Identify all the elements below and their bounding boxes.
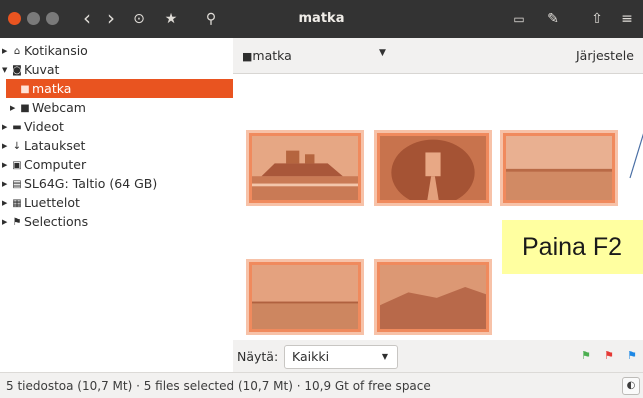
sort-button[interactable]: Järjestele xyxy=(576,48,634,63)
folder-icon: ■ xyxy=(20,103,30,114)
history-icon[interactable]: ⊙ xyxy=(128,8,150,30)
pointer-arrow-icon xyxy=(629,133,643,179)
sidebar-item-label: Webcam xyxy=(32,100,86,115)
show-label: Näytä: xyxy=(237,349,279,364)
chevron-down-icon[interactable]: ▼ xyxy=(379,48,386,58)
expand-arrow-icon[interactable]: ▶ xyxy=(2,156,10,175)
export-icon[interactable]: ▭ xyxy=(508,8,530,30)
forward-icon[interactable]: › xyxy=(100,8,122,30)
sidebar-item-drive[interactable]: ▶ ▤ SL64G: Taltio (64 GB) xyxy=(2,174,157,193)
thumbnail-2[interactable] xyxy=(377,133,489,203)
sidebar-item-downloads[interactable]: ▶ ↓ Lataukset xyxy=(2,136,85,155)
close-icon[interactable] xyxy=(8,12,21,25)
filter-value: Kaikki xyxy=(292,349,330,364)
sidebar-item-matka[interactable]: ■ matka xyxy=(6,79,233,98)
sidebar-item-label: SL64G: Taltio (64 GB) xyxy=(24,176,158,191)
sidebar-item-label: Selections xyxy=(24,214,89,229)
folder-icon: ■ xyxy=(242,50,253,63)
sidebar-item-selections[interactable]: ▶ ⚑ Selections xyxy=(2,212,88,231)
catalog-icon: ▦ xyxy=(12,198,22,209)
thumbnail-4[interactable] xyxy=(249,262,361,332)
status-bar: 5 tiedostoa (10,7 Mt) · 5 files selected… xyxy=(0,372,643,398)
expand-arrow-icon[interactable]: ▶ xyxy=(2,194,10,213)
sidebar-item-label: Kotikansio xyxy=(24,43,88,58)
menu-icon[interactable]: ≡ xyxy=(616,8,638,30)
sidebar-item-label: Computer xyxy=(24,157,87,172)
thumbnail-3[interactable] xyxy=(503,133,615,203)
sidebar-item-pictures[interactable]: ▼ ◙ Kuvat xyxy=(2,60,59,79)
share-icon[interactable]: ⇧ xyxy=(586,8,608,30)
hint-box: Paina F2 xyxy=(502,220,643,274)
window-title: matka xyxy=(298,11,345,26)
expand-arrow-icon[interactable]: ▶ xyxy=(2,118,10,137)
expand-arrow-icon[interactable]: ▶ xyxy=(2,213,10,232)
star-icon[interactable]: ★ xyxy=(160,8,182,30)
path-selector[interactable]: ■matka xyxy=(242,48,292,63)
red-flag-icon[interactable]: ⚑ xyxy=(604,350,614,362)
sidebar-item-webcam[interactable]: ▶ ■ Webcam xyxy=(10,98,86,117)
sidebar-item-catalogs[interactable]: ▶ ▦ Luettelot xyxy=(2,193,80,212)
flag-icon: ⚑ xyxy=(12,217,22,228)
home-icon: ⌂ xyxy=(13,46,21,57)
maximize-icon[interactable] xyxy=(46,12,59,25)
filter-bar: Näytä: Kaikki ▼ ⚑ ⚑ ⚑ xyxy=(233,340,643,372)
search-icon[interactable]: ⚲ xyxy=(200,8,222,30)
chevron-down-icon: ▼ xyxy=(381,352,388,361)
sidebar-item-label: matka xyxy=(32,81,72,96)
expand-arrow-icon[interactable]: ▶ xyxy=(2,42,10,61)
tools-icon[interactable]: ✎ xyxy=(542,8,564,30)
video-icon: ▬ xyxy=(12,122,22,133)
title-bar: ‹ › ⊙ ★ ⚲ matka ▭ ✎ ⇧ ≡ xyxy=(0,0,643,38)
blue-flag-icon[interactable]: ⚑ xyxy=(627,350,637,362)
sidebar-item-label: Luettelot xyxy=(24,195,80,210)
thumbnail-1[interactable] xyxy=(249,133,361,203)
camera-icon: ◙ xyxy=(12,65,22,76)
expand-arrow-icon[interactable]: ▶ xyxy=(10,99,18,118)
sidebar-item-videos[interactable]: ▶ ▬ Videot xyxy=(2,117,64,136)
sidebar-item-label: Videot xyxy=(24,119,64,134)
sidebar-item-label: Lataukset xyxy=(24,138,86,153)
collapse-arrow-icon[interactable]: ▼ xyxy=(2,61,10,80)
drive-icon: ▤ xyxy=(12,179,22,190)
status-text: 5 tiedostoa (10,7 Mt) · 5 files selected… xyxy=(6,379,431,393)
current-folder-name: matka xyxy=(252,48,292,63)
sidebar: ▶ ⌂ Kotikansio ▼ ◙ Kuvat ■ matka ▶ ■ Webcam ▶ ▬ V… xyxy=(0,38,233,372)
sidebar-item-computer[interactable]: ▶ ▣ Computer xyxy=(2,155,86,174)
green-flag-icon[interactable]: ⚑ xyxy=(581,350,591,362)
computer-icon: ▣ xyxy=(12,160,22,171)
download-icon: ↓ xyxy=(12,141,22,152)
minimize-icon[interactable] xyxy=(27,12,40,25)
sidebar-item-label: Kuvat xyxy=(24,62,60,77)
sidebar-item-home[interactable]: ▶ ⌂ Kotikansio xyxy=(2,41,88,60)
folder-icon: ■ xyxy=(20,84,30,95)
back-icon[interactable]: ‹ xyxy=(76,8,98,30)
location-bar: ■matka ▼ Järjestele xyxy=(233,38,643,74)
lightbulb-icon[interactable]: ◐ xyxy=(622,377,640,395)
thumbnail-grid xyxy=(233,74,643,340)
thumbnail-5[interactable] xyxy=(377,262,489,332)
expand-arrow-icon[interactable]: ▶ xyxy=(2,137,10,156)
filter-select[interactable]: Kaikki ▼ xyxy=(284,345,398,369)
expand-arrow-icon[interactable]: ▶ xyxy=(2,175,10,194)
